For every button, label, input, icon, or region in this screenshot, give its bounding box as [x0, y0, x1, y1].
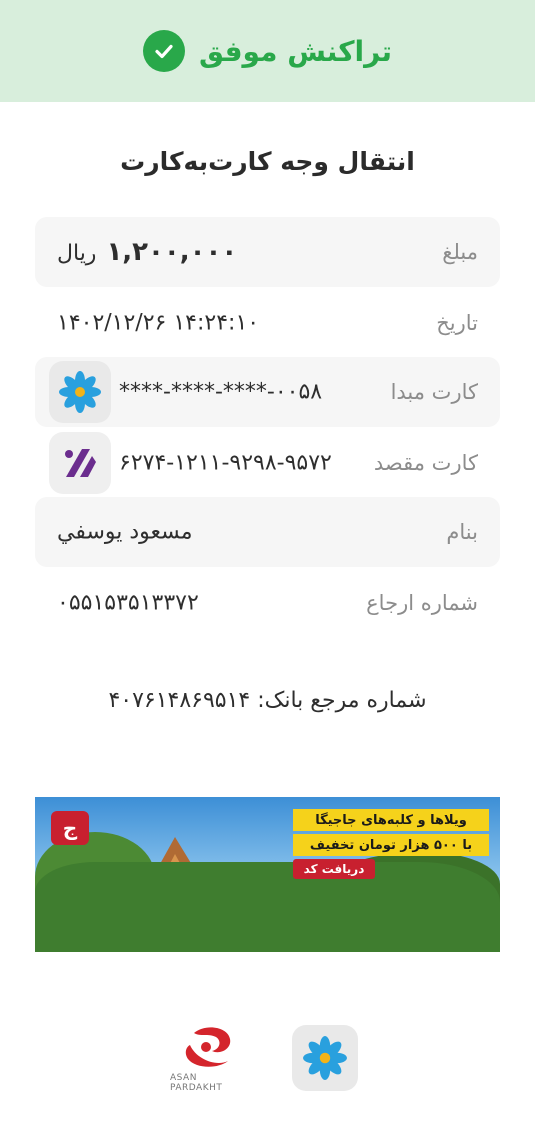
status-header: تراکنش موفق — [0, 0, 535, 102]
reference-row: شماره ارجاع ۰۵۵۱۵۳۵۱۳۳۷۲ — [35, 568, 500, 638]
bank-reference: شماره مرجع بانک: ۴۰۷۶۱۴۸۶۹۵۱۴ — [108, 688, 427, 713]
name-value: مسعود يوسفي — [57, 519, 193, 545]
amount-label: مبلغ — [442, 240, 478, 264]
amount-value: ۱,۲۰۰,۰۰۰ ریال — [57, 237, 237, 267]
dest-card-row: کارت مقصد ۶۲۷۴-۱۲۱۱-۹۲۹۸-۹۵۷۲ — [35, 428, 500, 498]
ad-cta-button[interactable]: دریافت کد — [293, 859, 375, 879]
reference-value: ۰۵۵۱۵۳۵۱۳۳۷۲ — [57, 590, 199, 616]
source-card-row: کارت مبدا ****-****-****-۰۰۵۸ — [35, 357, 500, 427]
reference-label: شماره ارجاع — [366, 591, 478, 615]
banner-grass — [35, 862, 500, 952]
asan-pardakht-icon — [185, 1027, 231, 1067]
dest-bank-logo-icon — [49, 432, 111, 494]
bank-logo-icon — [292, 1025, 358, 1091]
source-card-label: کارت مبدا — [390, 380, 478, 404]
status-title: تراکنش موفق — [198, 34, 393, 68]
dest-card-value: ۶۲۷۴-۱۲۱۱-۹۲۹۸-۹۵۷۲ — [119, 450, 332, 476]
ad-banner[interactable]: ج ویلاها و کلبه‌های جاجیگا با ۵۰۰ هزار ت… — [35, 797, 500, 952]
ad-subline: با ۵۰۰ هزار تومان تخفیف — [293, 834, 489, 856]
date-label: تاریخ — [436, 311, 478, 335]
amount-unit: ریال — [57, 241, 97, 266]
asan-pardakht-caption: ASAN PARDAKHT — [170, 1073, 223, 1093]
name-row: بنام مسعود يوسفي — [35, 497, 500, 567]
ad-headline: ویلاها و کلبه‌های جاجیگا — [293, 809, 489, 831]
dest-card-label: کارت مقصد — [373, 451, 478, 475]
date-row: تاریخ ۱۴:۲۴:۱۰ ۱۴۰۲/۱۲/۲۶ — [35, 288, 500, 358]
source-bank-logo-icon — [49, 361, 111, 423]
amount-number: ۱,۲۰۰,۰۰۰ — [106, 237, 238, 267]
asan-pardakht-logo: ASAN PARDAKHT — [170, 1025, 252, 1095]
check-circle-icon — [142, 30, 185, 72]
source-card-value: ****-****-****-۰۰۵۸ — [119, 379, 323, 405]
date-value: ۱۴:۲۴:۱۰ ۱۴۰۲/۱۲/۲۶ — [57, 310, 260, 336]
ad-brand-logo: ج — [51, 811, 89, 845]
page-title: انتقال وجه کارت‌به‌کارت — [120, 147, 415, 176]
name-label: بنام — [446, 520, 478, 544]
amount-row: مبلغ ۱,۲۰۰,۰۰۰ ریال — [35, 217, 500, 287]
